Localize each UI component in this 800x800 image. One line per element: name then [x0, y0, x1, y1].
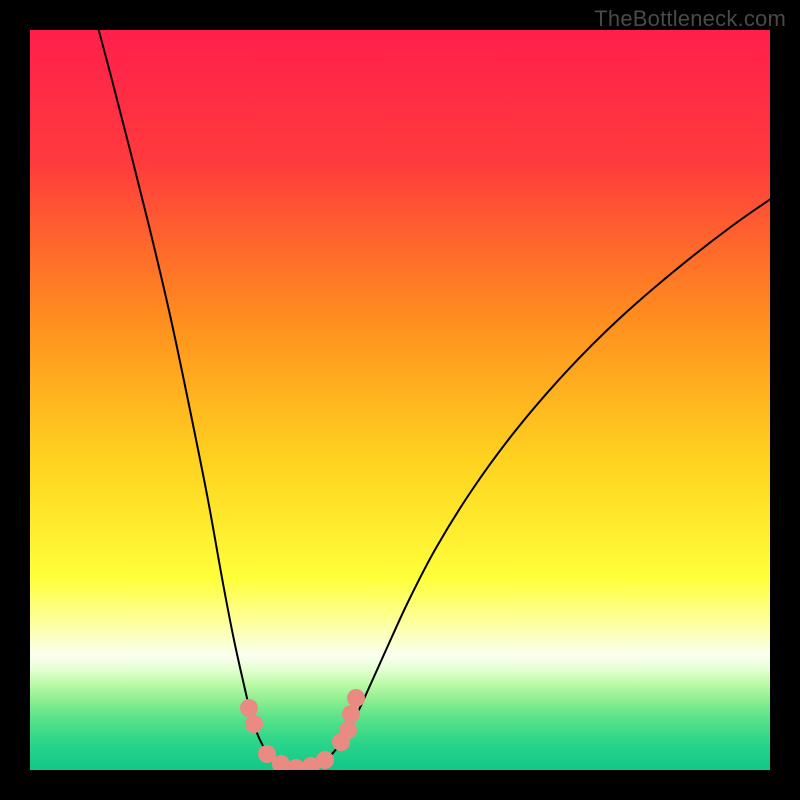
marker-point — [245, 715, 263, 733]
chart-frame: TheBottleneck.com — [0, 0, 800, 800]
marker-point — [342, 705, 360, 723]
chart-background — [30, 30, 770, 770]
chart-plot-area — [30, 30, 770, 770]
chart-svg — [30, 30, 770, 770]
watermark-text: TheBottleneck.com — [594, 6, 786, 32]
marker-point — [339, 721, 357, 739]
marker-point — [240, 699, 258, 717]
marker-point — [316, 751, 334, 769]
marker-point — [347, 689, 365, 707]
